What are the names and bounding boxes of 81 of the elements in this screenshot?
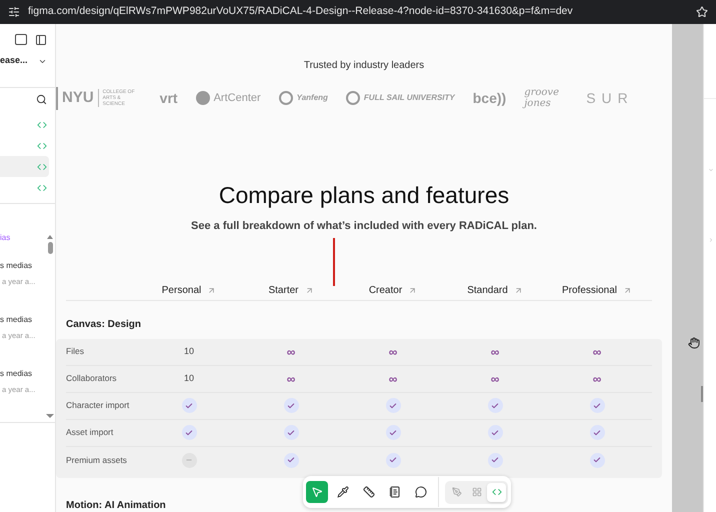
infinity-value: ∞ (592, 372, 602, 384)
check-icon (488, 398, 502, 413)
search-icon[interactable] (36, 94, 47, 105)
cell-value: 10 (184, 344, 194, 358)
ruler-icon (363, 486, 375, 498)
hand-cursor-icon (688, 337, 700, 349)
check-icon (386, 398, 400, 413)
code-icon (37, 182, 47, 192)
logo-text: bce)) (472, 88, 506, 108)
link-text[interactable]: ias (0, 232, 45, 260)
check-icon (590, 452, 604, 468)
logo-text: FULL SAIL UNIVERSITY (364, 92, 455, 104)
item-title[interactable]: s medias (0, 260, 45, 272)
check-icon (386, 452, 400, 468)
feature-label: Collaborators (66, 372, 118, 385)
code-icon (492, 487, 502, 497)
cell-value: 10 (184, 372, 194, 385)
feature-label: Asset import (66, 426, 114, 439)
panel-icon[interactable] (35, 34, 47, 46)
file-name[interactable]: ease... (0, 54, 28, 68)
emblem-icon (278, 91, 293, 106)
feature-label: Character import (66, 399, 130, 412)
infinity-value: ∞ (592, 346, 602, 358)
infinity-value: ∞ (388, 372, 398, 384)
plan-name[interactable]: Professional (562, 283, 618, 298)
notes-icon (389, 486, 401, 498)
comment-icon (415, 486, 427, 498)
external-link-icon[interactable] (623, 286, 632, 295)
section-title: Canvas: Design (66, 318, 142, 332)
move-icon (311, 486, 323, 498)
plan-name[interactable]: Personal (162, 283, 202, 298)
check-icon (386, 425, 400, 440)
measure-line (333, 238, 335, 286)
infinity-value: ∞ (490, 346, 500, 358)
logo-text: Yanfeng (296, 92, 328, 104)
logo-text: SUR (586, 88, 634, 108)
code-mode[interactable] (487, 482, 506, 502)
site-settings-icon[interactable] (8, 6, 20, 18)
feature-label: Files (66, 345, 85, 358)
draw-icon (452, 487, 462, 497)
check-icon (284, 452, 298, 468)
infinity-value: ∞ (490, 372, 500, 384)
check-icon (590, 425, 604, 440)
logo-text: groove jones (524, 87, 560, 110)
logo-text: NYU (56, 87, 94, 110)
dash-icon (182, 452, 196, 468)
plan-name[interactable]: Creator (368, 283, 402, 298)
external-link-icon[interactable] (304, 286, 314, 295)
external-link-icon[interactable] (514, 286, 523, 295)
emblem-icon (346, 91, 360, 106)
infinity-value: ∞ (286, 372, 296, 384)
bookmark-icon[interactable] (696, 6, 708, 18)
check-icon (590, 398, 604, 413)
check-icon (284, 398, 298, 413)
external-link-icon[interactable] (207, 286, 216, 295)
section-title: Motion: AI Animation (66, 498, 166, 512)
code-icon (37, 162, 47, 172)
external-link-icon[interactable] (408, 286, 418, 295)
check-icon (488, 425, 502, 440)
component-icon (472, 487, 482, 497)
scroll-thumb[interactable] (701, 386, 703, 402)
plan-name[interactable]: Starter (268, 283, 298, 298)
check-icon (488, 452, 502, 468)
plan-name[interactable]: Standard (467, 283, 508, 298)
infinity-value: ∞ (286, 346, 296, 358)
item-title[interactable]: s medias (0, 314, 45, 326)
logo-text: vrt (160, 88, 178, 108)
code-icon (37, 140, 47, 150)
dropper-icon (337, 486, 349, 498)
code-icon (37, 120, 47, 130)
item-title[interactable]: s medias (0, 368, 45, 380)
check-icon (284, 425, 298, 440)
page-subtitle: See a full breakdown of what’s included with every RADiCAL plan. (191, 219, 537, 234)
feature-label: Premium assets (66, 454, 128, 466)
infinity-value: ∞ (388, 346, 398, 358)
check-icon (182, 398, 196, 413)
logo-text: ArtCenter (214, 91, 261, 106)
check-icon (182, 425, 196, 440)
page-title: Compare plans and features (218, 180, 510, 210)
url-text[interactable]: figma.com/design/qElRWs7mPWP982urVoUX75/RADiCAL-4-Design--Release-4?node-id=8370-341630&p=f&m=dev (28, 4, 688, 20)
trusted-heading: Trusted by industry leaders (304, 59, 424, 73)
